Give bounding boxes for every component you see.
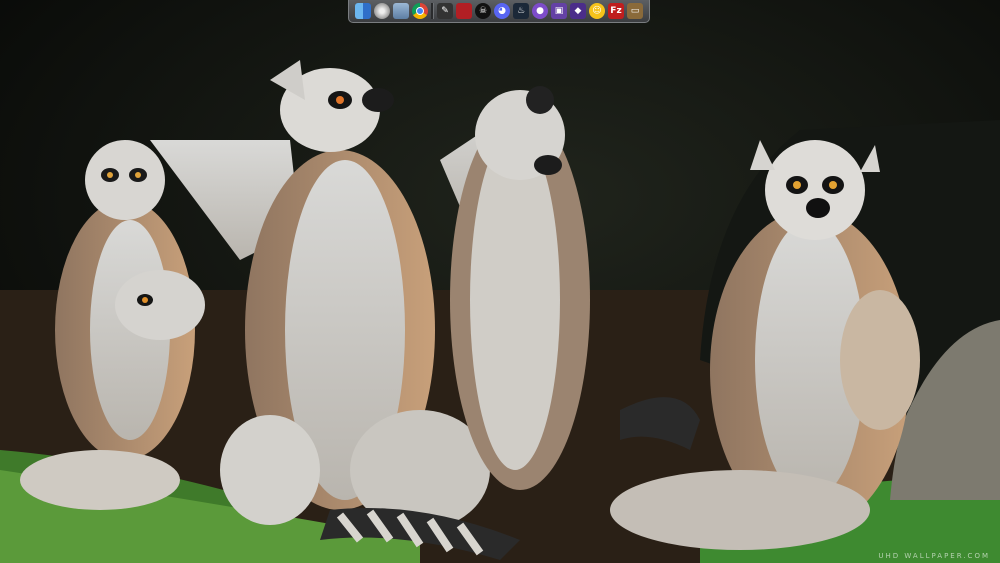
red-book-icon[interactable]: [456, 3, 472, 19]
terminal-icon[interactable]: ▭: [627, 3, 643, 19]
system-disk-icon[interactable]: [374, 3, 390, 19]
vpn-shield-icon[interactable]: ◆: [570, 3, 586, 19]
emoji-face-icon[interactable]: ☺: [589, 3, 605, 19]
skull-icon[interactable]: ☠: [475, 3, 491, 19]
desktop-wallpaper: UHD WALLPAPER.COM: [0, 0, 1000, 563]
twitch-icon[interactable]: ▣: [551, 3, 567, 19]
application-dock: ✎ ☠ ◕ ♨ ● ▣ ◆ ☺ Fz ▭: [348, 0, 650, 23]
steam-icon[interactable]: ♨: [513, 3, 529, 19]
lemurs-photo: [0, 0, 1000, 563]
chrome-icon[interactable]: [412, 3, 428, 19]
filezilla-icon[interactable]: Fz: [608, 3, 624, 19]
dock-separator: [431, 3, 434, 19]
discord-icon[interactable]: ◕: [494, 3, 510, 19]
finder-icon[interactable]: [355, 3, 371, 19]
pen-tool-icon[interactable]: ✎: [437, 3, 453, 19]
obs-icon[interactable]: ●: [532, 3, 548, 19]
folder-icon[interactable]: [393, 3, 409, 19]
wallpaper-watermark: UHD WALLPAPER.COM: [878, 552, 990, 560]
